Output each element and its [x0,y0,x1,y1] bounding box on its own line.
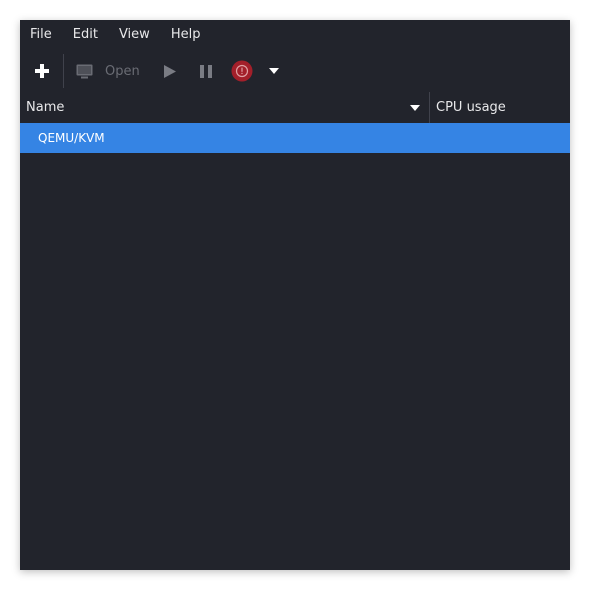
column-header-name[interactable]: Name [26,92,64,123]
chevron-down-icon [269,68,279,74]
sort-indicator[interactable] [408,92,422,123]
toolbar-separator [63,54,64,88]
new-vm-button[interactable] [28,51,56,91]
connection-list: QEMU/KVM [20,123,570,570]
play-icon [164,64,176,78]
column-divider[interactable] [429,92,430,123]
connection-label: QEMU/KVM [38,131,105,145]
run-button[interactable] [160,51,180,91]
toolbar: Open [20,51,570,91]
plus-icon [35,64,49,78]
list-header: Name CPU usage [20,92,570,124]
menubar: File Edit View Help [20,20,570,50]
list-item-qemu-kvm[interactable]: QEMU/KVM [20,123,570,153]
menu-help[interactable]: Help [161,20,201,50]
shutdown-button[interactable] [230,51,254,91]
pause-button[interactable] [196,51,216,91]
open-button-label: Open [105,63,140,79]
power-icon [231,60,253,82]
pause-icon [200,64,212,78]
open-button[interactable]: Open [76,51,146,91]
sort-down-icon [410,104,420,111]
menu-file[interactable]: File [20,20,52,50]
menu-view[interactable]: View [109,20,150,50]
virt-manager-window: File Edit View Help Open Name CPU usage … [20,20,570,570]
monitor-icon [76,64,93,78]
shutdown-menu-button[interactable] [264,51,284,91]
menu-edit[interactable]: Edit [63,20,98,50]
column-header-cpu-usage[interactable]: CPU usage [436,92,506,123]
